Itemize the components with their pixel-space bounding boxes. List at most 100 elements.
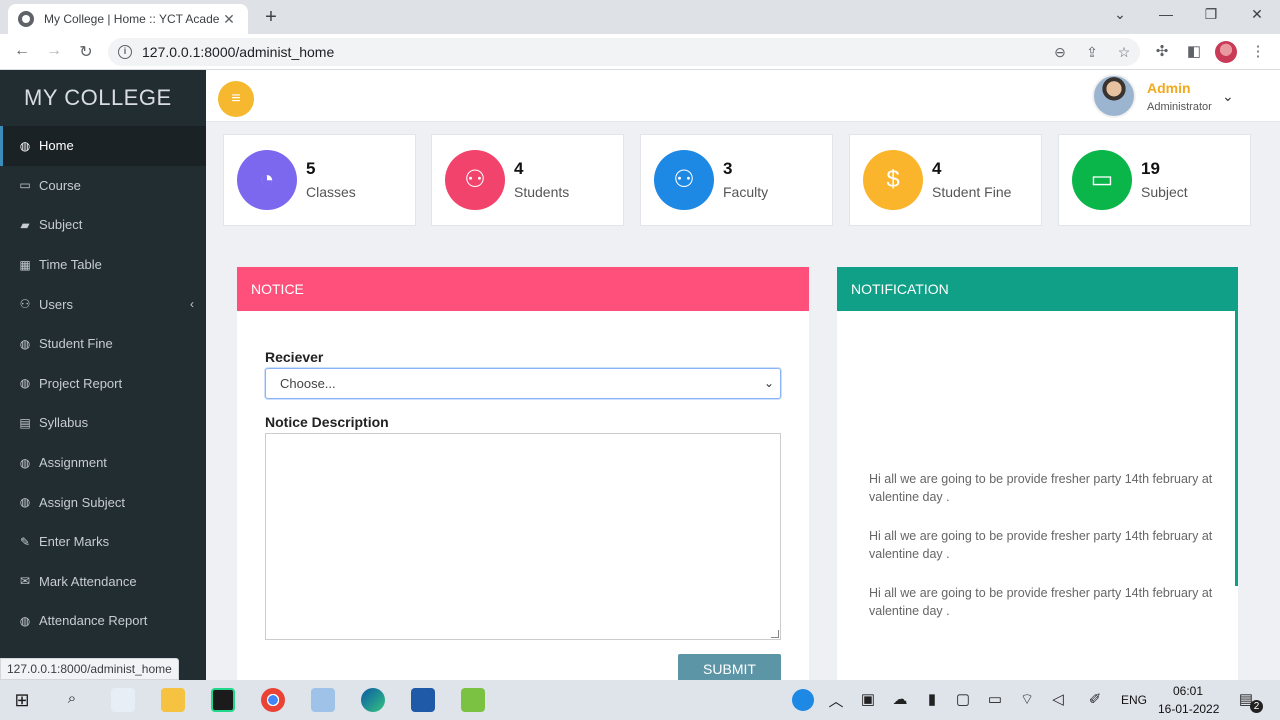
envelope-icon: ✉ bbox=[19, 574, 31, 589]
app-installer-icon[interactable] bbox=[111, 688, 135, 712]
notification-item: Hi all we are going to be provide freshe… bbox=[869, 472, 1213, 504]
edge-icon[interactable] bbox=[361, 688, 385, 712]
avatar[interactable] bbox=[1092, 74, 1136, 118]
stat-card-classes[interactable]: ◔ 5 Classes bbox=[223, 134, 416, 226]
info-icon[interactable]: i bbox=[118, 45, 132, 59]
stat-card-faculty[interactable]: ⚇ 3 Faculty bbox=[640, 134, 833, 226]
user-role: Administrator bbox=[1147, 101, 1212, 113]
sidebar-item-label: Home bbox=[39, 138, 74, 154]
receiver-select-value: Choose... bbox=[280, 376, 336, 391]
sidebar-item-assign-subject[interactable]: ◍ Assign Subject bbox=[0, 482, 206, 522]
close-window-icon[interactable]: ✕ bbox=[1247, 6, 1267, 23]
url-text[interactable]: 127.0.0.1:8000/administ_home bbox=[142, 44, 1044, 60]
new-tab-icon[interactable]: + bbox=[260, 6, 282, 29]
sidebar-item-assignment[interactable]: ◍ Assignment bbox=[0, 443, 206, 483]
sidebar-item-student-fine[interactable]: ◍ Student Fine bbox=[0, 324, 206, 364]
file-explorer-icon[interactable] bbox=[161, 688, 185, 712]
clock-date[interactable]: 16-01-2022 bbox=[1158, 702, 1219, 716]
chevron-left-icon: ‹ bbox=[190, 297, 194, 312]
notice-description-input[interactable] bbox=[265, 433, 781, 640]
globe-icon bbox=[18, 11, 34, 27]
users-icon: ⚇ bbox=[19, 297, 31, 312]
address-bar[interactable]: i 127.0.0.1:8000/administ_home ⊖ ⇪ ☆ bbox=[108, 38, 1140, 66]
sidebar-item-home[interactable]: ◍ Home bbox=[0, 126, 206, 166]
notepad-plus-icon[interactable] bbox=[461, 688, 485, 712]
clock-time[interactable]: 06:01 bbox=[1173, 684, 1203, 698]
stat-card-students[interactable]: ⚇ 4 Students bbox=[431, 134, 624, 226]
grid-icon: ▦ bbox=[19, 257, 31, 272]
sidebar-item-course[interactable]: ▭ Course bbox=[0, 166, 206, 206]
browser-tab[interactable]: My College | Home :: YCT Academ ✕ bbox=[8, 4, 248, 34]
scrollbar[interactable] bbox=[1235, 311, 1238, 586]
stat-card-subject[interactable]: ▭ 19 Subject bbox=[1058, 134, 1251, 226]
meet-icon[interactable]: ▣ bbox=[858, 690, 878, 708]
menu-kebab-icon[interactable]: ⋮ bbox=[1248, 42, 1268, 60]
bookmark-star-icon[interactable]: ☆ bbox=[1108, 44, 1140, 61]
chevron-down-icon: ⌄ bbox=[763, 376, 774, 390]
zoom-icon[interactable]: ⊖ bbox=[1044, 44, 1076, 61]
usb-icon[interactable]: ▮ bbox=[922, 690, 942, 708]
tab-search-icon[interactable]: ⌄ bbox=[1110, 6, 1130, 23]
help-icon[interactable] bbox=[792, 689, 814, 711]
onedrive-icon[interactable]: ☁ bbox=[890, 690, 910, 708]
back-icon[interactable]: ← bbox=[12, 42, 32, 60]
profile-avatar[interactable] bbox=[1215, 41, 1237, 63]
side-panel-icon[interactable]: ◧ bbox=[1184, 42, 1204, 60]
resize-handle[interactable] bbox=[771, 630, 779, 638]
sidebar-item-enter-marks[interactable]: ✎ Enter Marks bbox=[0, 522, 206, 562]
browser-toolbar: ← → ↻ i 127.0.0.1:8000/administ_home ⊖ ⇪… bbox=[0, 34, 1280, 70]
sidebar-item-label: Time Table bbox=[39, 257, 102, 273]
notification-item: Hi all we are going to be provide freshe… bbox=[869, 529, 1213, 561]
stat-value: 4 bbox=[932, 159, 942, 178]
notepad-icon[interactable] bbox=[311, 688, 335, 712]
laptop-icon: ▭ bbox=[19, 178, 31, 193]
brand-logo[interactable]: MY COLLEGE bbox=[0, 70, 206, 126]
sidebar-item-label: Syllabus bbox=[39, 415, 89, 431]
sidebar-item-label: Enter Marks bbox=[39, 534, 110, 550]
sidebar-item-syllabus[interactable]: ▤ Syllabus bbox=[0, 403, 206, 443]
reload-icon[interactable]: ↻ bbox=[76, 42, 96, 62]
sidebar-item-mark-attendance[interactable]: ✉ Mark Attendance bbox=[0, 562, 206, 602]
sidebar-item-project-report[interactable]: ◍ Project Report bbox=[0, 364, 206, 404]
tab-title: My College | Home :: YCT Academ bbox=[44, 12, 220, 26]
chevron-down-icon[interactable]: ⌄ bbox=[1222, 88, 1234, 105]
sidebar-menu: ◍ Home ▭ Course ▰ Subject ▦ Time Table ⚇ Users ‹ ◍ S… bbox=[0, 126, 206, 641]
battery-icon[interactable]: ▭ bbox=[985, 690, 1005, 708]
users-icon: ⚇ bbox=[445, 150, 505, 210]
dashboard-icon: ◍ bbox=[19, 336, 31, 351]
forward-icon[interactable]: → bbox=[44, 42, 64, 60]
restore-icon[interactable]: ❐ bbox=[1201, 6, 1221, 23]
dashboard-icon: ◍ bbox=[19, 495, 31, 510]
laptop-icon: ▭ bbox=[1072, 150, 1132, 210]
language-indicator[interactable]: ENG bbox=[1121, 693, 1147, 707]
stat-label: Subject bbox=[1141, 184, 1188, 200]
display-icon[interactable]: ▢ bbox=[953, 690, 973, 708]
stat-value: 5 bbox=[306, 159, 316, 178]
user-name[interactable]: Admin bbox=[1147, 80, 1191, 96]
stat-card-student-fine[interactable]: $4 Student Fine bbox=[849, 134, 1042, 226]
link-status-tooltip: 127.0.0.1:8000/administ_home bbox=[0, 658, 179, 680]
sidebar-item-label: Assignment bbox=[39, 455, 107, 471]
sidebar-item-users[interactable]: ⚇ Users ‹ bbox=[0, 284, 206, 324]
table-icon: ▤ bbox=[19, 415, 31, 430]
pycharm-icon[interactable] bbox=[211, 688, 235, 712]
share-icon[interactable]: ⇪ bbox=[1076, 44, 1108, 61]
close-tab-icon[interactable]: ✕ bbox=[220, 11, 238, 28]
windows-start-icon[interactable]: ⊞ bbox=[12, 690, 32, 711]
minimize-icon[interactable]: — bbox=[1156, 6, 1176, 22]
sidebar-item-attendance-report[interactable]: ◍ Attendance Report bbox=[0, 601, 206, 641]
hamburger-menu-icon[interactable]: ≡ bbox=[218, 81, 254, 117]
search-icon[interactable]: ⌕ bbox=[62, 690, 82, 707]
volume-icon[interactable]: ◁ bbox=[1048, 690, 1068, 708]
sidebar-item-label: Users bbox=[39, 296, 73, 312]
wifi-icon[interactable]: ⌔ bbox=[1017, 690, 1037, 709]
notification-title: NOTIFICATION bbox=[837, 267, 1238, 311]
chrome-icon[interactable] bbox=[261, 688, 285, 712]
receiver-select[interactable]: Choose... ⌄ bbox=[265, 368, 781, 399]
sidebar-item-subject[interactable]: ▰ Subject bbox=[0, 205, 206, 245]
pen-icon[interactable]: ✐ bbox=[1085, 690, 1105, 708]
media-player-icon[interactable] bbox=[411, 688, 435, 712]
extensions-icon[interactable]: ✣ bbox=[1152, 42, 1172, 60]
sidebar-item-time-table[interactable]: ▦ Time Table bbox=[0, 245, 206, 285]
chevron-up-icon[interactable]: ︿ bbox=[826, 690, 846, 711]
